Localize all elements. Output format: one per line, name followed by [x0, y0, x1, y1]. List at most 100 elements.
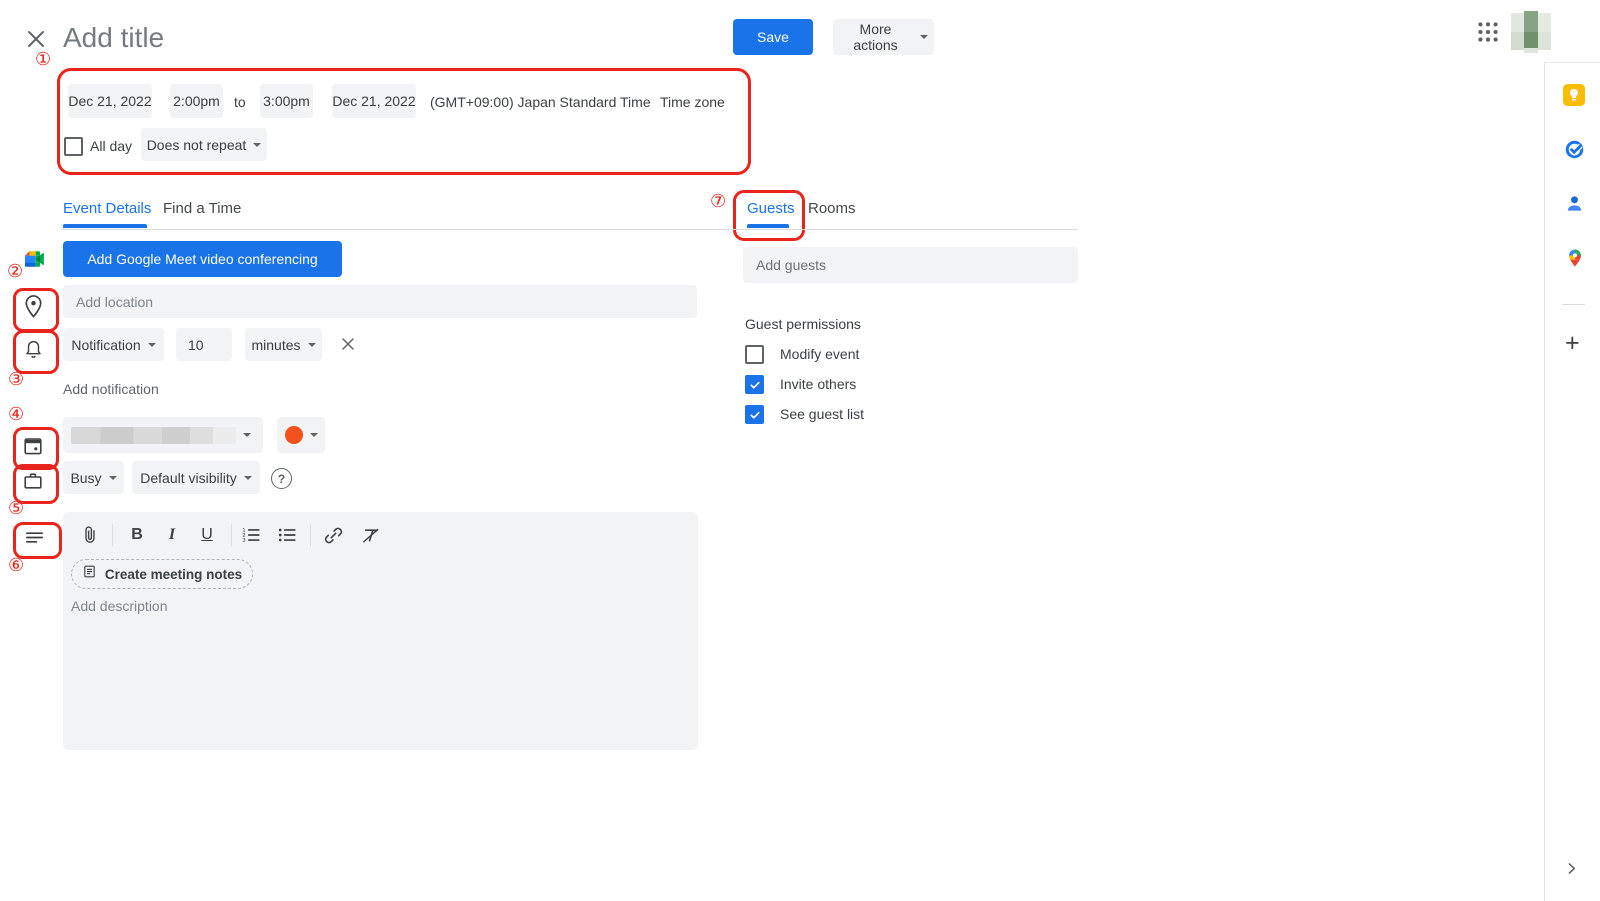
- all-day-label: All day: [90, 138, 132, 154]
- chevron-down-icon: [308, 343, 316, 347]
- annotation-5: ⑤: [8, 499, 24, 517]
- underline-button[interactable]: U: [194, 522, 220, 548]
- bold-button[interactable]: B: [124, 522, 150, 548]
- create-meeting-notes-label: Create meeting notes: [105, 567, 242, 582]
- notification-unit-value: minutes: [251, 337, 300, 353]
- side-panel-top-border: [1544, 62, 1600, 63]
- google-tasks-icon[interactable]: [1564, 139, 1585, 165]
- invite-others-label: Invite others: [780, 376, 856, 392]
- timezone-label: (GMT+09:00) Japan Standard Time: [430, 94, 651, 110]
- google-meet-icon: [25, 251, 44, 272]
- description-lines-icon: [23, 526, 46, 554]
- event-title-input[interactable]: Add title: [63, 22, 164, 54]
- annotation-3: ③: [8, 370, 24, 388]
- calendar-select-dropdown[interactable]: [63, 417, 263, 453]
- busy-dropdown[interactable]: Busy: [63, 461, 124, 494]
- toolbar-separator: [231, 524, 232, 546]
- end-time-field[interactable]: 3:00pm: [260, 84, 313, 118]
- bulleted-list-icon[interactable]: [274, 522, 300, 548]
- calendar-name-redacted: [71, 427, 236, 444]
- tab-rooms[interactable]: Rooms: [808, 200, 856, 217]
- see-guest-list-label: See guest list: [780, 406, 864, 422]
- collapse-panel-chevron-icon[interactable]: [1563, 860, 1580, 882]
- tab-event-details[interactable]: Event Details: [63, 200, 151, 217]
- document-icon: [82, 564, 97, 584]
- google-contacts-icon[interactable]: [1564, 193, 1585, 219]
- chevron-down-icon: [310, 433, 318, 437]
- all-day-checkbox[interactable]: [64, 137, 83, 156]
- notification-bell-icon: [22, 337, 45, 365]
- add-guests-input[interactable]: Add guests: [743, 247, 1078, 283]
- invite-others-checkbox[interactable]: [745, 375, 764, 394]
- toolbar-separator: [112, 524, 113, 546]
- event-color-dropdown[interactable]: [277, 417, 325, 453]
- google-keep-icon[interactable]: [1563, 84, 1585, 111]
- tabs-divider: [63, 229, 1078, 230]
- guests-tab-underline: [747, 224, 789, 228]
- location-input[interactable]: Add location: [63, 285, 697, 318]
- notification-unit-dropdown[interactable]: minutes: [245, 328, 322, 361]
- avatar[interactable]: [1511, 11, 1551, 53]
- more-actions-label: More actions: [839, 21, 912, 53]
- notification-type-dropdown[interactable]: Notification: [63, 328, 164, 361]
- annotation-4: ④: [8, 405, 24, 423]
- annotation-1: ①: [35, 50, 51, 68]
- recurrence-value: Does not repeat: [147, 137, 247, 153]
- more-actions-button[interactable]: More actions: [833, 19, 934, 55]
- clear-formatting-icon[interactable]: [357, 522, 383, 548]
- google-apps-grid-icon[interactable]: [1475, 19, 1501, 50]
- side-panel-divider: [1544, 62, 1545, 901]
- busy-value: Busy: [70, 470, 101, 486]
- insert-link-icon[interactable]: [320, 522, 346, 548]
- modify-event-label: Modify event: [780, 346, 859, 362]
- active-tab-underline: [63, 224, 147, 228]
- chevron-down-icon: [253, 143, 261, 147]
- recurrence-dropdown[interactable]: Does not repeat: [141, 128, 267, 161]
- toolbar-separator: [310, 524, 311, 546]
- chevron-down-icon: [243, 433, 251, 437]
- add-notification-link[interactable]: Add notification: [63, 381, 159, 397]
- location-placeholder: Add location: [76, 294, 153, 310]
- create-meeting-notes-button[interactable]: Create meeting notes: [71, 559, 253, 589]
- location-pin-icon: [20, 293, 47, 325]
- timezone-button[interactable]: Time zone: [660, 94, 725, 110]
- remove-notification-icon[interactable]: [338, 334, 358, 359]
- visibility-dropdown[interactable]: Default visibility: [132, 461, 260, 494]
- chevron-down-icon: [148, 343, 156, 347]
- event-editor-page: Add title Save More actions ① Dec 21, 20…: [0, 0, 1600, 901]
- to-label: to: [234, 94, 246, 110]
- attachment-icon[interactable]: [77, 522, 103, 548]
- calendar-icon: [21, 434, 45, 463]
- numbered-list-icon[interactable]: 1 2 3: [238, 522, 264, 548]
- annotation-2: ②: [7, 262, 23, 280]
- visibility-value: Default visibility: [140, 470, 236, 486]
- notification-minutes-input[interactable]: 10: [176, 328, 232, 361]
- see-guest-list-checkbox[interactable]: [745, 405, 764, 424]
- event-color-swatch: [285, 426, 303, 444]
- modify-event-checkbox[interactable]: [745, 345, 764, 364]
- start-date-field[interactable]: Dec 21, 2022: [68, 84, 152, 118]
- add-meet-button[interactable]: Add Google Meet video conferencing: [63, 241, 342, 277]
- annotation-6: ⑥: [8, 556, 24, 574]
- add-guests-placeholder: Add guests: [756, 257, 826, 273]
- google-maps-icon[interactable]: [1565, 248, 1585, 273]
- guest-permissions-title: Guest permissions: [745, 316, 861, 332]
- side-panel-icons-divider: [1562, 304, 1585, 305]
- tab-find-a-time[interactable]: Find a Time: [163, 200, 241, 217]
- svg-text:3: 3: [242, 538, 245, 544]
- tab-guests[interactable]: Guests: [747, 200, 795, 217]
- save-button[interactable]: Save: [733, 19, 813, 55]
- chevron-down-icon: [244, 476, 252, 480]
- chevron-down-icon: [109, 476, 117, 480]
- notification-type-value: Notification: [71, 337, 140, 353]
- description-placeholder: Add description: [71, 598, 168, 614]
- close-icon[interactable]: [24, 27, 48, 51]
- get-addons-plus-icon[interactable]: +: [1565, 331, 1580, 356]
- end-date-field[interactable]: Dec 21, 2022: [332, 84, 416, 118]
- start-time-field[interactable]: 2:00pm: [170, 84, 223, 118]
- briefcase-icon: [21, 469, 45, 498]
- help-icon[interactable]: ?: [271, 468, 292, 489]
- italic-button[interactable]: I: [159, 522, 185, 548]
- annotation-7: ⑦: [710, 192, 726, 210]
- chevron-down-icon: [920, 35, 928, 39]
